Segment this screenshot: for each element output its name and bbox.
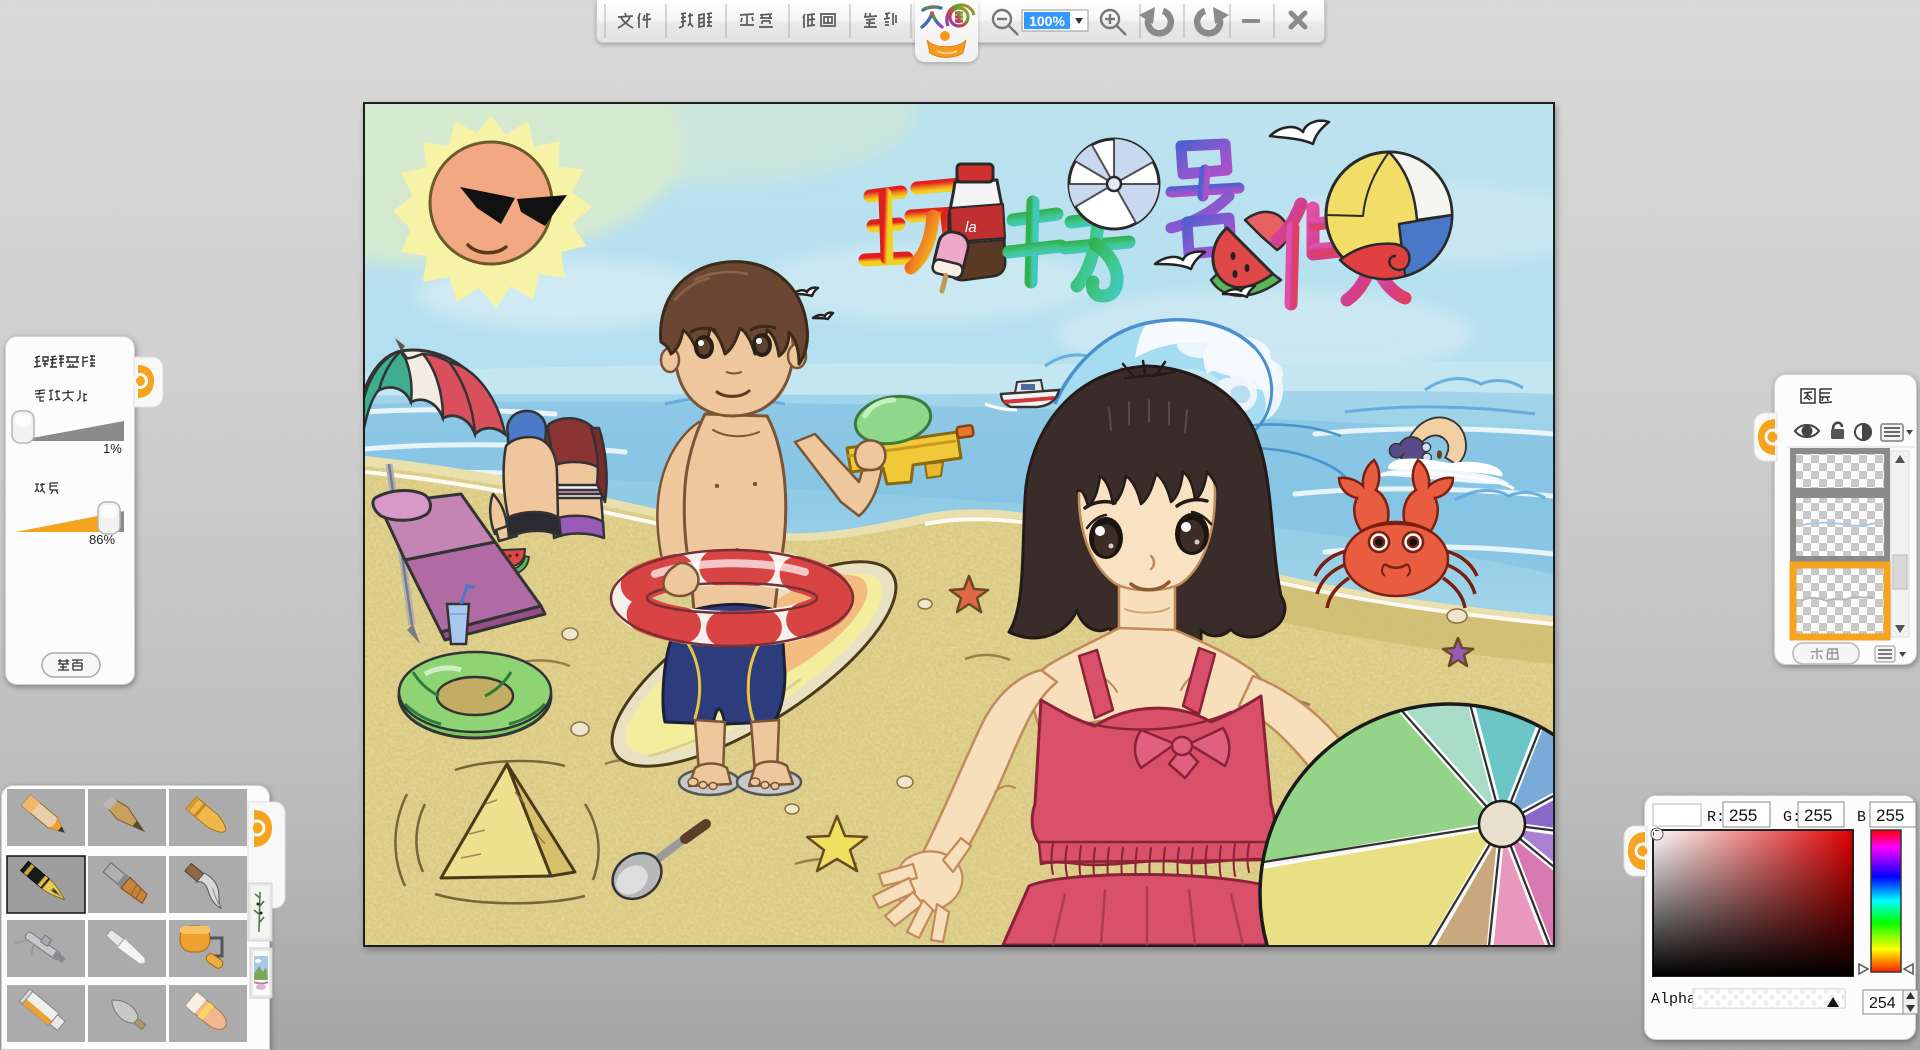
svg-text:100%: 100% — [1029, 13, 1065, 29]
svg-text:255: 255 — [1876, 806, 1904, 825]
svg-text:254: 254 — [1869, 995, 1896, 1012]
svg-text:255: 255 — [1804, 806, 1832, 825]
svg-text:1%: 1% — [103, 441, 122, 456]
svg-text:255: 255 — [1729, 806, 1757, 825]
svg-text:la: la — [965, 219, 977, 236]
svg-text:R:: R: — [1707, 809, 1725, 826]
svg-text:86%: 86% — [89, 532, 115, 547]
svg-text:Alpha: Alpha — [1651, 991, 1696, 1008]
